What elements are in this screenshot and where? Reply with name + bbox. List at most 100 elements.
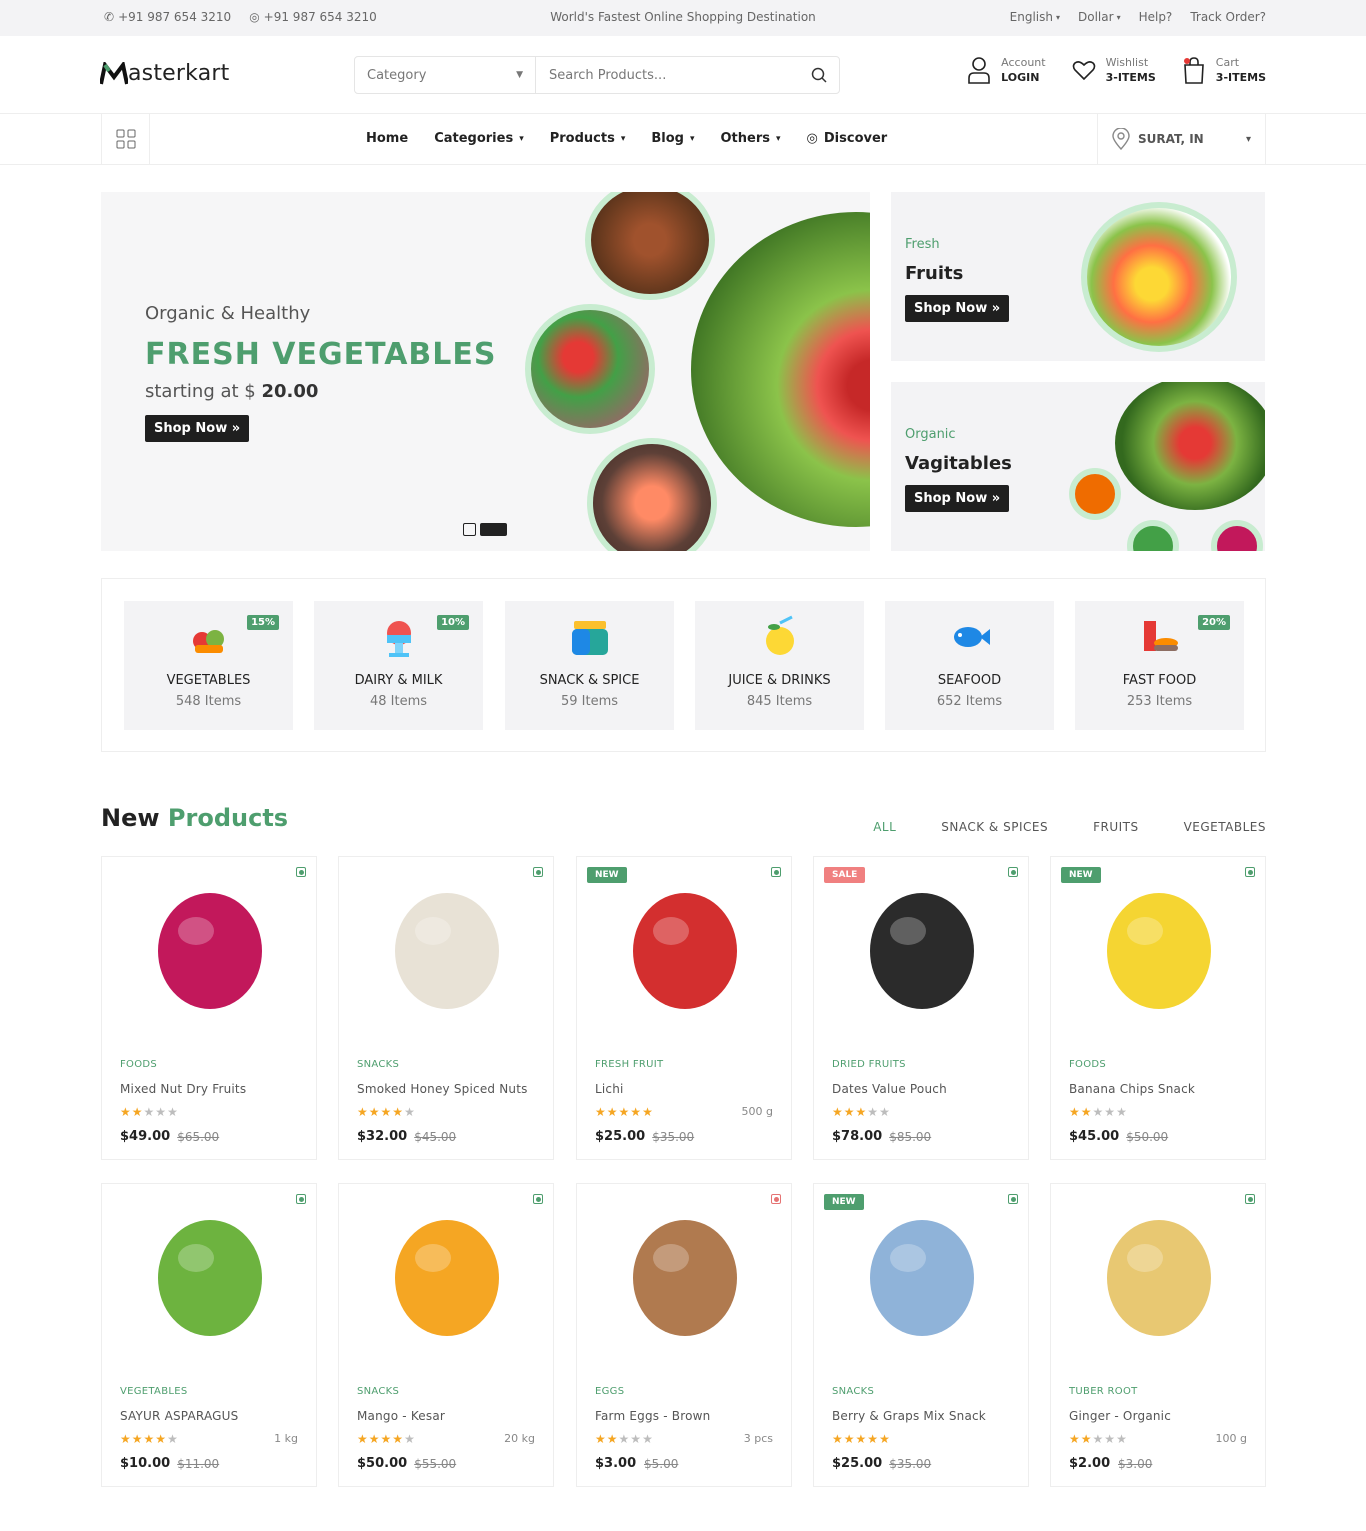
product-old-price: $55.00 <box>414 1457 457 1471</box>
slider-dot[interactable] <box>463 523 476 536</box>
product-price: $2.00 <box>1069 1456 1111 1471</box>
slider-dot-active[interactable] <box>480 523 507 536</box>
hero-shop-button[interactable]: Shop Now » <box>145 415 250 442</box>
product-price: $25.00 <box>595 1129 646 1144</box>
map-pin-icon <box>1112 128 1130 150</box>
nav-blog[interactable]: Blog ▾ <box>651 131 694 146</box>
product-name[interactable]: Smoked Honey Spiced Nuts <box>357 1082 541 1096</box>
product-category: DRIED FRUITS <box>832 1059 906 1070</box>
tab-vegetables[interactable]: VEGETABLES <box>1184 820 1266 834</box>
product-card[interactable]: FOODS Mixed Nut Dry Fruits ★★★★★ $49.00 $65.… <box>101 856 317 1160</box>
product-card[interactable]: SNACKS Mango - Kesar ★★★★★ 20 kg $50.00 $55.0… <box>338 1183 554 1487</box>
cart-link[interactable]: Cart 3-ITEMS <box>1182 56 1266 84</box>
track-order-link[interactable]: Track Order? <box>1190 10 1266 24</box>
banner-fruits-shop-button[interactable]: Shop Now » <box>905 295 1010 322</box>
product-image[interactable] <box>615 1206 755 1346</box>
star-icon: ★ <box>392 1432 405 1446</box>
wishlist-link[interactable]: Wishlist 3-ITEMS <box>1072 56 1156 84</box>
main-nav: Home Categories ▾ Products ▾ Blog ▾ Others ▾… <box>0 114 1366 165</box>
search-input[interactable]: Search Products... <box>536 57 839 93</box>
star-icon: ★ <box>380 1105 393 1119</box>
category-card[interactable]: DAIRY & MILK 48 Items 10% <box>314 601 483 730</box>
product-name[interactable]: SAYUR ASPARAGUS <box>120 1409 304 1423</box>
radish-image <box>1211 520 1263 551</box>
shopping-bag-icon <box>1183 57 1204 84</box>
star-icon: ★ <box>143 1432 156 1446</box>
nav-others[interactable]: Others ▾ <box>721 131 781 146</box>
chevron-down-icon: ▾ <box>519 133 524 144</box>
product-card[interactable]: EGGS Farm Eggs - Brown ★★★★★ 3 pcs $3.00 $5.0… <box>576 1183 792 1487</box>
tab-all[interactable]: ALL <box>873 820 896 834</box>
rating-stars: ★★★★★ <box>1069 1432 1128 1446</box>
product-old-price: $85.00 <box>889 1130 932 1144</box>
nav-discover[interactable]: ◎ Discover <box>807 131 888 146</box>
product-name[interactable]: Berry & Graps Mix Snack <box>832 1409 1016 1423</box>
product-category: SNACKS <box>357 1386 400 1397</box>
category-card[interactable]: JUICE & DRINKS 845 Items <box>695 601 864 730</box>
menu-grid-button[interactable] <box>101 114 150 164</box>
fastfood-icon <box>1138 615 1182 659</box>
star-icon: ★ <box>867 1432 880 1446</box>
veg-icon <box>296 1194 306 1204</box>
category-card[interactable]: SEAFOOD 652 Items <box>885 601 1054 730</box>
category-card[interactable]: VEGETABLES 548 Items 15% <box>124 601 293 730</box>
star-icon: ★ <box>167 1432 179 1446</box>
product-name[interactable]: Dates Value Pouch <box>832 1082 1016 1096</box>
banner-vegetables-shop-button[interactable]: Shop Now » <box>905 485 1010 512</box>
product-image[interactable] <box>140 1206 280 1346</box>
rating-stars: ★★★★★ <box>357 1105 416 1119</box>
star-icon: ★ <box>879 1432 891 1446</box>
product-image[interactable] <box>615 879 755 1019</box>
veg-icon <box>1008 1194 1018 1204</box>
star-icon: ★ <box>867 1105 880 1119</box>
product-name[interactable]: Ginger - Organic <box>1069 1409 1253 1423</box>
category-card[interactable]: FAST FOOD 253 Items 20% <box>1075 601 1244 730</box>
product-name[interactable]: Mango - Kesar <box>357 1409 541 1423</box>
product-card[interactable]: NEW FOODS Banana Chips Snack ★★★★★ $45.00 $50… <box>1050 856 1266 1160</box>
nav-home[interactable]: Home <box>366 131 408 146</box>
search-bar: Category ▼ Search Products... <box>354 56 840 94</box>
category-card[interactable]: SNACK & SPICE 59 Items <box>505 601 674 730</box>
tab-fruits[interactable]: FRUITS <box>1093 820 1139 834</box>
location-select[interactable]: SURAT, IN ▾ <box>1097 114 1266 164</box>
nav-categories[interactable]: Categories ▾ <box>434 131 524 146</box>
product-name[interactable]: Farm Eggs - Brown <box>595 1409 779 1423</box>
product-image[interactable] <box>140 879 280 1019</box>
nav-products[interactable]: Products ▾ <box>550 131 626 146</box>
category-select[interactable]: Category ▼ <box>355 57 536 93</box>
product-category: VEGETABLES <box>120 1386 188 1397</box>
language-select[interactable]: English ▾ <box>1010 10 1060 24</box>
chevron-down-icon: ▾ <box>1056 12 1061 22</box>
product-image[interactable] <box>852 1206 992 1346</box>
currency-select[interactable]: Dollar ▾ <box>1078 10 1121 24</box>
tab-snack-spices[interactable]: SNACK & SPICES <box>941 820 1048 834</box>
product-card[interactable]: NEW SNACKS Berry & Graps Mix Snack ★★★★★ $25… <box>813 1183 1029 1487</box>
product-card[interactable]: VEGETABLES SAYUR ASPARAGUS ★★★★★ 1 kg $10.00… <box>101 1183 317 1487</box>
product-image[interactable] <box>852 879 992 1019</box>
help-link[interactable]: Help? <box>1139 10 1173 24</box>
product-card[interactable]: SALE DRIED FRUITS Dates Value Pouch ★★★★★ $7… <box>813 856 1029 1160</box>
product-name[interactable]: Lichi <box>595 1082 779 1096</box>
product-image[interactable] <box>1089 879 1229 1019</box>
category-count: 253 Items <box>1126 694 1193 709</box>
product-weight: 500 g <box>741 1105 773 1118</box>
logo[interactable]: asterkart <box>100 61 229 86</box>
star-icon: ★ <box>832 1432 844 1446</box>
search-icon[interactable] <box>811 67 827 83</box>
product-price: $3.00 <box>595 1456 637 1471</box>
product-name[interactable]: Banana Chips Snack <box>1069 1082 1253 1096</box>
product-card[interactable]: TUBER ROOT Ginger - Organic ★★★★★ 100 g $2.0… <box>1050 1183 1266 1487</box>
top-bar: ✆ +91 987 654 3210 ◎ +91 987 654 3210 Worl… <box>0 0 1366 36</box>
star-icon: ★ <box>1069 1432 1081 1446</box>
star-icon: ★ <box>606 1105 619 1119</box>
product-image[interactable] <box>1089 1206 1229 1346</box>
product-card[interactable]: NEW FRESH FRUIT Lichi ★★★★★ 500 g $25.00 $35.0… <box>576 856 792 1160</box>
product-image[interactable] <box>377 1206 517 1346</box>
star-icon: ★ <box>855 1432 868 1446</box>
veg-icon <box>771 867 781 877</box>
account-link[interactable]: Account LOGIN <box>967 56 1046 84</box>
product-card[interactable]: SNACKS Smoked Honey Spiced Nuts ★★★★★ $32.0… <box>338 856 554 1160</box>
product-category: SNACKS <box>357 1059 400 1070</box>
product-image[interactable] <box>377 879 517 1019</box>
product-name[interactable]: Mixed Nut Dry Fruits <box>120 1082 304 1096</box>
